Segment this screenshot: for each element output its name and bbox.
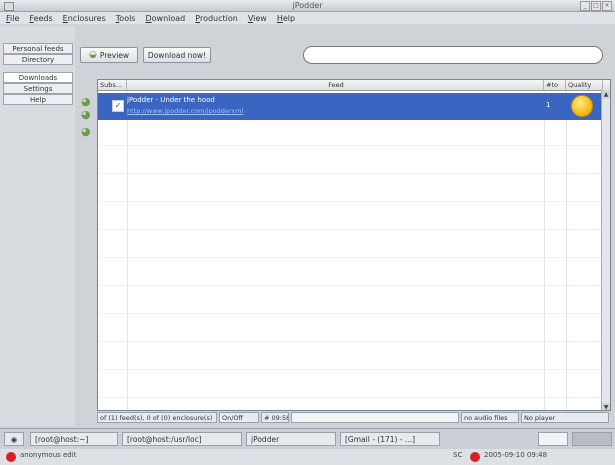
close-icon[interactable]: × [602,1,612,11]
sidebar-item-help[interactable]: Help [3,94,73,105]
kde-menu-icon[interactable]: ◉ [4,432,24,446]
column-header-feed[interactable]: Feed [127,80,544,90]
menu-tools[interactable]: Tools [116,14,136,23]
sc-indicator: SC [453,451,463,459]
menu-help[interactable]: Help [277,14,295,23]
desktop-pager-2[interactable] [572,432,612,446]
task-terminal-root[interactable]: [root@host:~] [30,432,118,446]
scroll-up-icon[interactable]: ▲ [602,90,610,99]
system-tray: anonymous edit SC 2005-09-10 09:48 [0,449,615,465]
menu-enclosures[interactable]: Enclosures [63,14,106,23]
table-header: Subs... Feed #to Quality [98,80,610,91]
status-bar: of (1) feed(s), 0 of (0) enclosure(s) On… [97,412,611,423]
sidebar-item-settings[interactable]: Settings [3,83,73,94]
preview-label: Preview [99,50,130,60]
task-terminal-usr[interactable]: [root@host:/usr/loc] [122,432,242,446]
sidebar-item-personal-feeds[interactable]: Personal feeds [3,43,73,54]
status-progress [291,412,459,423]
clock: 2005-09-10 09:48 [484,451,548,459]
column-header-count[interactable]: #to [544,80,566,90]
menu-download[interactable]: Download [145,14,185,23]
podcast-icon: ◕ [81,95,91,108]
feed-count: 1 [546,101,551,109]
column-divider [544,90,545,410]
feed-title: jPodder - Under the hood [127,96,215,104]
window-controls: _ □ × [580,1,612,11]
status-summary: of (1) feed(s), 0 of (0) enclosure(s) [97,412,217,423]
player-name: No player [521,412,609,423]
feed-table: Subs... Feed #to Quality ✓ jPodder - Und… [97,79,611,411]
preview-icon: ◒ [88,50,97,60]
menu-bar: File Feeds Enclosures Tools Download Pro… [0,12,615,24]
menu-production[interactable]: Production [195,14,238,23]
download-now-label: Download now! [147,50,207,60]
onoff-toggle[interactable]: On/Off [219,412,259,423]
scroll-down-icon[interactable]: ▼ [602,403,610,410]
red-status-icon[interactable] [470,452,480,462]
title-bar: jPodder _ □ × [0,0,615,12]
menu-feeds[interactable]: Feeds [29,14,52,23]
table-row[interactable]: ✓ jPodder - Under the hood http://www.jp… [98,93,601,120]
column-divider [127,90,128,410]
column-divider [566,90,567,410]
task-gmail[interactable]: [Gmail - (171) - ...] [340,432,440,446]
player-status: no audio files [461,412,519,423]
vertical-scrollbar[interactable]: ▲ ▼ [601,90,610,410]
search-input[interactable] [303,46,603,64]
task-jpodder[interactable]: jPodder [246,432,336,446]
window-title: jPodder [292,1,323,10]
column-header-quality[interactable]: Quality [566,80,603,90]
table-body [98,90,610,410]
sidebar-item-directory[interactable]: Directory [3,54,73,65]
download-now-button[interactable]: Download now! [143,47,211,63]
red-ball-icon[interactable] [6,452,16,462]
column-header-subscribe[interactable]: Subs... [98,80,127,90]
podcast-icon: ◕ [81,108,91,121]
menu-file[interactable]: File [6,14,19,23]
sidebar-item-downloads[interactable]: Downloads [3,72,73,83]
taskbar: ◉ [root@host:~] [root@host:/usr/loc] jPo… [0,428,615,449]
subscribe-checkbox[interactable]: ✓ [112,100,124,112]
desktop-pager[interactable] [538,432,568,446]
podcast-icon: ◕ [81,125,91,138]
quality-smiley-icon [571,95,593,117]
maximize-icon[interactable]: □ [591,1,601,11]
bottom-left-text: anonymous edit [20,451,77,459]
minimize-icon[interactable]: _ [580,1,590,11]
status-time: # 09:58 [261,412,289,423]
sidebar: Personal feeds Directory Downloads Setti… [0,26,75,426]
preview-button[interactable]: ◒ Preview [80,47,138,63]
menu-view[interactable]: View [248,14,267,23]
feed-url-link[interactable]: http://www.jpodder.com/jpodderxml [127,107,243,115]
